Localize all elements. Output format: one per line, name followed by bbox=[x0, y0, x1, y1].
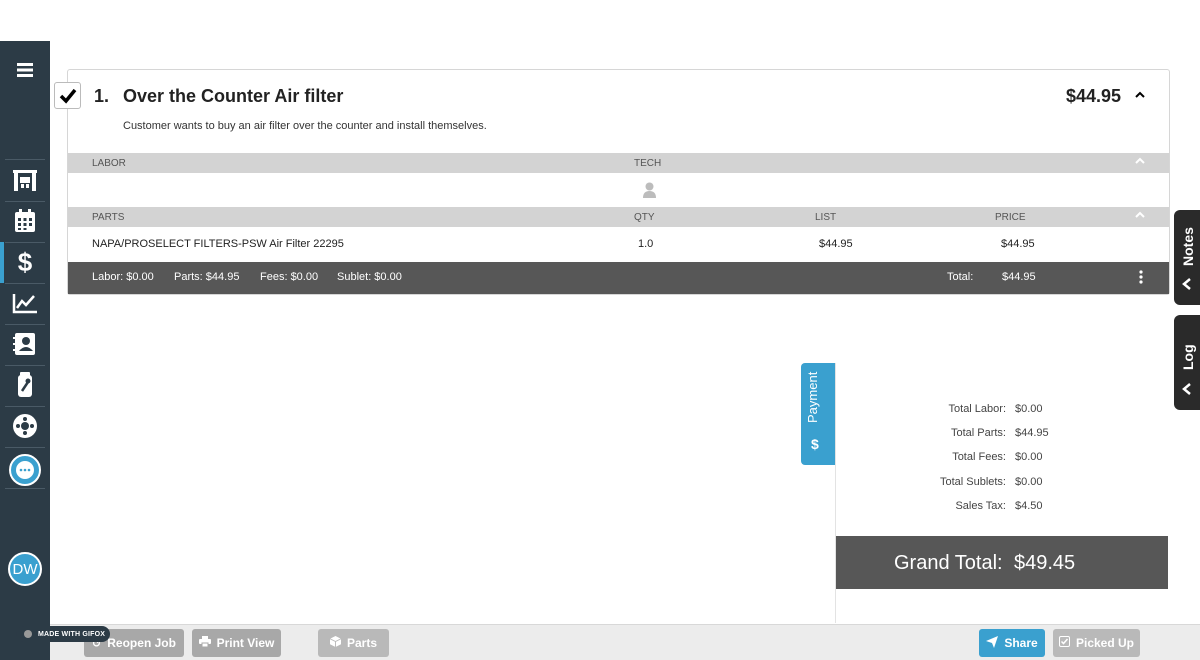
log-tab[interactable]: Log bbox=[1174, 315, 1200, 410]
labor-header-label: LABOR bbox=[92, 158, 126, 169]
notes-tab[interactable]: Notes bbox=[1174, 210, 1200, 305]
payment-row-value: $0.00 bbox=[1015, 451, 1043, 463]
oil-can-wrench-icon[interactable] bbox=[0, 365, 50, 405]
payment-row-value: $0.00 bbox=[1015, 476, 1043, 488]
list-header-label: LIST bbox=[815, 212, 837, 223]
total-value: $44.95 bbox=[1002, 271, 1036, 283]
avatar[interactable]: DW bbox=[8, 552, 42, 586]
checkbox-icon bbox=[1058, 636, 1070, 650]
fees-total: Fees: $0.00 bbox=[260, 271, 319, 283]
gifox-logo-icon bbox=[24, 630, 32, 638]
notes-tab-label: Notes bbox=[1180, 227, 1196, 266]
chevron-left-icon bbox=[1182, 383, 1192, 398]
payment-row-label: Total Fees: bbox=[952, 451, 1006, 463]
labor-total: Labor: $0.00 bbox=[92, 271, 154, 283]
reopen-job-label: Reopen Job bbox=[107, 636, 176, 650]
job-title: Over the Counter Air filter bbox=[123, 86, 344, 106]
gifox-watermark: MADE WITH GIFOX bbox=[16, 626, 110, 642]
job-description: Customer wants to buy an air filter over… bbox=[123, 120, 487, 132]
paper-plane-icon bbox=[986, 635, 999, 651]
qty-header-label: QTY bbox=[634, 212, 655, 223]
print-view-button[interactable]: Print View bbox=[192, 629, 281, 657]
labor-header: LABOR TECH bbox=[68, 153, 1169, 173]
payment-row-label: Total Sublets: bbox=[939, 476, 1006, 488]
print-view-label: Print View bbox=[216, 636, 275, 650]
contacts-icon[interactable] bbox=[0, 324, 50, 364]
grand-total-label: Grand Total: bbox=[894, 552, 1003, 574]
parts-button[interactable]: Parts bbox=[318, 629, 389, 657]
watermark-text: MADE WITH GIFOX bbox=[38, 630, 106, 638]
cube-icon bbox=[329, 636, 342, 650]
payment-row-label: Total Parts: bbox=[950, 427, 1006, 439]
garage-lift-icon[interactable] bbox=[0, 160, 50, 200]
job-price: $44.95 bbox=[1066, 86, 1122, 106]
payment-row-value: $0.00 bbox=[1015, 403, 1043, 415]
chat-bubble-icon[interactable] bbox=[9, 454, 41, 486]
payment-tab-label: Payment bbox=[805, 371, 820, 423]
job-totals-bar: Labor: $0.00 Parts: $44.95 Fees: $0.00 S… bbox=[68, 262, 1169, 294]
price-header-label: PRICE bbox=[995, 212, 1026, 223]
job-number: 1. bbox=[94, 86, 110, 106]
collapse-job-chevron-up-icon[interactable] bbox=[1135, 86, 1145, 102]
sublet-total: Sublet: $0.00 bbox=[337, 271, 402, 283]
parts-header: PARTS QTY LIST PRICE bbox=[68, 207, 1169, 227]
collapse-labor-chevron-up-icon[interactable] bbox=[1135, 157, 1145, 168]
total-label: Total: bbox=[947, 271, 974, 283]
part-qty: 1.0 bbox=[638, 238, 654, 250]
calendar-icon[interactable] bbox=[0, 201, 50, 241]
picked-up-button[interactable]: Picked Up bbox=[1053, 629, 1140, 657]
share-label: Share bbox=[1004, 636, 1038, 650]
picked-up-label: Picked Up bbox=[1075, 636, 1135, 650]
dollar-icon[interactable]: $ bbox=[0, 242, 50, 282]
share-button[interactable]: Share bbox=[979, 629, 1045, 657]
print-icon bbox=[198, 636, 211, 650]
payment-row-value: $44.95 bbox=[1015, 427, 1049, 439]
part-price: $44.95 bbox=[1001, 238, 1035, 250]
menu-icon[interactable] bbox=[0, 50, 50, 90]
more-options-icon[interactable] bbox=[1139, 270, 1143, 287]
parts-label: Parts bbox=[346, 636, 378, 650]
part-name: NAPA/PROSELECT FILTERS-PSW Air Filter 22… bbox=[92, 238, 344, 250]
avatar-initials: DW bbox=[12, 560, 38, 578]
part-list: $44.95 bbox=[819, 238, 853, 250]
grand-total-bar: Grand Total: $49.45 bbox=[836, 536, 1168, 589]
collapse-parts-chevron-up-icon[interactable] bbox=[1135, 211, 1145, 222]
job-checkbox[interactable] bbox=[54, 82, 81, 109]
tech-header-label: TECH bbox=[634, 158, 662, 169]
chevron-left-icon bbox=[1182, 278, 1192, 293]
checkmark-icon bbox=[59, 88, 76, 104]
parts-total: Parts: $44.95 bbox=[174, 271, 240, 283]
payment-row-label: Total Labor: bbox=[948, 403, 1006, 415]
payment-row-value: $4.50 bbox=[1015, 500, 1043, 512]
grand-total-value: $49.45 bbox=[1014, 552, 1076, 574]
payment-tab[interactable]: $ Payment bbox=[801, 363, 835, 465]
parts-header-label: PARTS bbox=[92, 212, 125, 223]
tech-user-icon[interactable] bbox=[643, 182, 656, 203]
payment-row-label: Sales Tax: bbox=[955, 500, 1006, 512]
payment-dollar-icon: $ bbox=[811, 436, 819, 452]
tire-icon[interactable] bbox=[0, 406, 50, 446]
log-tab-label: Log bbox=[1180, 344, 1196, 370]
line-chart-icon[interactable] bbox=[0, 283, 50, 323]
